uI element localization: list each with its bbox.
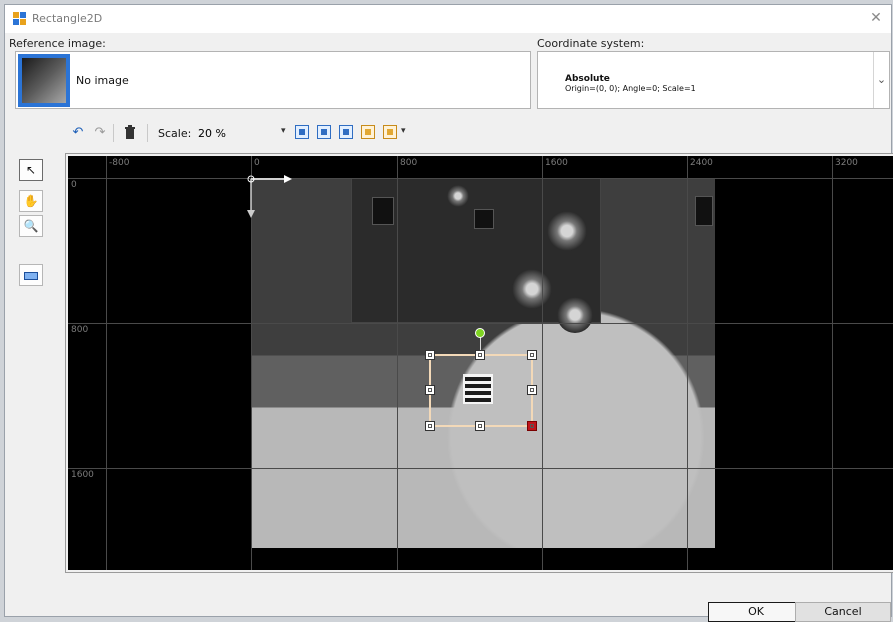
- zoom-fit-width-icon[interactable]: [317, 125, 331, 139]
- resize-handle[interactable]: [425, 385, 435, 395]
- zoom-fit-icon[interactable]: [295, 125, 309, 139]
- resize-handle[interactable]: [527, 350, 537, 360]
- hand-icon: ✋: [23, 194, 39, 208]
- coordinate-system-detail: Origin=(0, 0); Angle=0; Scale=1: [565, 84, 696, 93]
- toolbar-separator: [147, 124, 148, 142]
- cancel-button[interactable]: Cancel: [795, 602, 891, 622]
- pointer-icon: ↖: [25, 163, 37, 177]
- title-bar: Rectangle2D ✕: [5, 5, 891, 33]
- redo-icon[interactable]: ↷: [91, 123, 109, 143]
- ruler-y-label: 0: [71, 180, 77, 190]
- ruler-x-label: 1600: [545, 158, 568, 168]
- ruler-x-label: 0: [254, 158, 260, 168]
- ok-button[interactable]: OK: [708, 602, 804, 622]
- reference-image-value: No image: [76, 74, 129, 87]
- pointer-tool[interactable]: ↖: [19, 159, 43, 181]
- scale-input[interactable]: [195, 124, 279, 142]
- ruler-x-label: 3200: [835, 158, 858, 168]
- scale-label: Scale:: [158, 127, 192, 140]
- zoom-more-dropdown-icon[interactable]: ▾: [401, 126, 406, 136]
- ruler-x-label: 2400: [690, 158, 713, 168]
- camera-image: [251, 178, 715, 548]
- coordinate-axes-icon: [247, 175, 292, 218]
- pcb-board: [351, 178, 601, 333]
- resize-handle[interactable]: [475, 421, 485, 431]
- zoom-tool[interactable]: 🔍: [19, 215, 43, 237]
- ruler-x-label: -800: [109, 158, 130, 168]
- zoom-actual-icon[interactable]: [361, 125, 375, 139]
- zoom-fit-height-icon[interactable]: [339, 125, 353, 139]
- resize-handle[interactable]: [425, 421, 435, 431]
- rectangle-tool[interactable]: [19, 264, 43, 286]
- app-icon: [13, 12, 26, 25]
- close-icon[interactable]: ✕: [867, 9, 885, 27]
- magnifier-icon: 🔍: [23, 219, 39, 233]
- coordinate-system-dropdown[interactable]: Absolute Origin=(0, 0); Angle=0; Scale=1…: [537, 51, 890, 109]
- ruler-x-label: 800: [400, 158, 418, 168]
- toolbar-separator: [113, 124, 114, 142]
- reference-image-selector[interactable]: No image: [15, 51, 531, 109]
- ruler-y-label: 800: [71, 325, 89, 335]
- resize-handle[interactable]: [527, 385, 537, 395]
- rectangle-icon: [24, 271, 38, 280]
- undo-icon[interactable]: ↶: [69, 123, 87, 143]
- scale-dropdown-icon[interactable]: ▾: [281, 126, 286, 136]
- qr-code: [463, 374, 493, 404]
- image-thumbnail-icon: [18, 54, 70, 107]
- resize-handle-active[interactable]: [527, 421, 537, 431]
- image-viewport[interactable]: -800 0 800 1600 2400 3200 0 800 1600: [65, 153, 893, 573]
- resize-handle[interactable]: [475, 350, 485, 360]
- zoom-region-icon[interactable]: [383, 125, 397, 139]
- coordinate-system-name: Absolute: [565, 74, 610, 84]
- resize-handle[interactable]: [425, 350, 435, 360]
- image-canvas[interactable]: -800 0 800 1600 2400 3200 0 800 1600: [68, 156, 893, 570]
- rotation-handle[interactable]: [475, 328, 485, 338]
- ruler-y-label: 1600: [71, 470, 94, 480]
- pan-tool[interactable]: ✋: [19, 190, 43, 212]
- window-title: Rectangle2D: [32, 12, 103, 25]
- reference-image-label: Reference image:: [9, 37, 106, 50]
- chevron-down-icon[interactable]: ⌄: [873, 52, 889, 108]
- rectangle2d-dialog: Rectangle2D ✕ Reference image: No image …: [4, 4, 893, 622]
- coordinate-system-label: Coordinate system:: [537, 37, 645, 50]
- trash-icon[interactable]: [121, 123, 139, 143]
